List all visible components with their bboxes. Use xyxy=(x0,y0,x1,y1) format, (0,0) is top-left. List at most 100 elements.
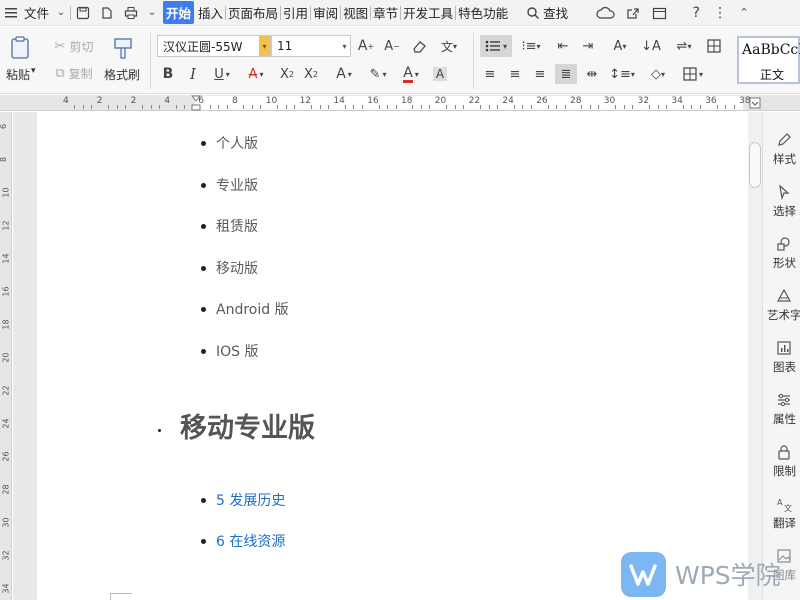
print-icon[interactable] xyxy=(119,0,143,26)
tab-insert[interactable]: 插入 xyxy=(196,0,225,26)
side-item-wordart[interactable]: 艺术字 xyxy=(763,288,800,334)
bullet-marker xyxy=(201,498,206,503)
bold-icon[interactable]: B xyxy=(158,64,178,84)
side-item-translate[interactable]: A文 翻译 xyxy=(763,496,800,542)
tab-start[interactable]: 开始 xyxy=(161,0,196,26)
shading-icon[interactable]: ◇ ▾ xyxy=(643,64,673,84)
section-heading[interactable]: 移动专业版 xyxy=(180,406,315,445)
chevron-down-icon[interactable]: ▾ xyxy=(339,36,350,56)
search-icon xyxy=(527,6,540,19)
indent-marker-icon[interactable] xyxy=(191,95,201,111)
tab-page-layout[interactable]: 页面布局 xyxy=(226,0,280,26)
ruler-tick xyxy=(530,105,532,109)
cut-button[interactable]: ✂ 剪切 xyxy=(50,37,98,55)
phonetic-guide-icon[interactable]: 文 ▾ xyxy=(436,36,462,56)
export-pdf-icon[interactable] xyxy=(95,0,119,26)
toc-link[interactable]: 5 发展历史 xyxy=(216,490,285,510)
cloud-sync-icon[interactable] xyxy=(591,0,621,26)
svg-text:文: 文 xyxy=(784,503,792,512)
font-color-icon[interactable]: A ▾ xyxy=(397,64,425,84)
vertical-scrollbar[interactable] xyxy=(748,112,762,600)
line-spacing-icon[interactable]: ↕≡ ▾ xyxy=(607,64,637,84)
document-canvas: 个人版 专业版 租赁版 移动版 Android 版 IOS 版 移动专业版 5 … xyxy=(13,112,761,600)
quick-access-more-icon[interactable]: ⌄ xyxy=(143,0,161,26)
calendar-icon[interactable] xyxy=(645,0,675,26)
share-icon[interactable] xyxy=(621,0,645,26)
side-item-properties[interactable]: 属性 xyxy=(763,392,800,438)
main-menu-button[interactable] xyxy=(0,0,22,26)
chevron-down-icon[interactable]: ▾ xyxy=(259,36,270,56)
chevron-down-icon[interactable]: ▾ xyxy=(31,66,36,76)
font-size-select[interactable]: 11 ▾ xyxy=(271,35,351,57)
page-corner-mark xyxy=(110,593,132,600)
increase-font-size-icon[interactable]: A + xyxy=(355,36,377,56)
tab-review[interactable]: 审阅 xyxy=(311,0,340,26)
table-grid-icon[interactable] xyxy=(703,35,725,57)
borders-icon[interactable]: ▾ xyxy=(677,64,709,84)
bullet-marker xyxy=(201,141,206,146)
list-item[interactable]: Android 版 xyxy=(216,299,289,319)
copy-button[interactable]: ⧉ 复制 xyxy=(50,64,98,82)
list-item[interactable]: IOS 版 xyxy=(216,341,259,361)
save-icon[interactable] xyxy=(71,0,95,26)
side-item-styles[interactable]: 样式 xyxy=(763,132,800,178)
tab-view[interactable]: 视图 xyxy=(341,0,370,26)
strikethrough-icon[interactable]: A ▾ xyxy=(241,64,271,84)
side-item-restrict[interactable]: 限制 xyxy=(763,444,800,490)
pen-icon xyxy=(778,133,791,146)
chevron-down-icon[interactable]: ⌄ xyxy=(52,0,70,26)
list-item[interactable]: 租赁版 xyxy=(216,216,258,236)
clear-format-icon[interactable] xyxy=(408,36,430,56)
tab-section[interactable]: 章节 xyxy=(371,0,400,26)
highlight-icon[interactable]: ✎ ▾ xyxy=(363,64,393,84)
bullet-list-button[interactable]: ▾ xyxy=(480,35,512,57)
decrease-indent-icon[interactable]: ⇤ xyxy=(552,35,574,57)
tab-references[interactable]: 引用 xyxy=(281,0,310,26)
more-options-icon[interactable]: ⋮ xyxy=(708,0,732,26)
side-item-select[interactable]: 选择 xyxy=(763,184,800,230)
toc-link[interactable]: 6 在线资源 xyxy=(216,531,285,551)
list-item[interactable]: 个人版 xyxy=(216,133,258,153)
ruler-number: 24 xyxy=(502,96,514,106)
show-marks-icon[interactable]: ⇌ ▾ xyxy=(670,35,698,57)
document-page[interactable]: 个人版 专业版 租赁版 移动版 Android 版 IOS 版 移动专业版 5 … xyxy=(37,112,749,600)
sort-icon[interactable]: ↓A xyxy=(640,35,662,57)
scrollbar-thumb[interactable] xyxy=(749,142,761,188)
superscript-icon[interactable]: X2 xyxy=(276,64,298,84)
help-icon[interactable]: ? xyxy=(684,0,708,26)
underline-icon[interactable]: U ▾ xyxy=(208,64,236,84)
numbered-list-icon[interactable]: ⁝≡ ▾ xyxy=(517,35,545,57)
side-item-chart[interactable]: 图表 xyxy=(763,340,800,386)
distribute-icon[interactable]: ⇹ xyxy=(582,64,602,84)
justify-icon[interactable]: ≣ xyxy=(555,64,577,84)
font-name-select[interactable]: 汉仪正圆-55W ▾ xyxy=(157,35,271,57)
text-direction-icon[interactable]: A ▾ xyxy=(605,35,635,57)
decrease-font-size-icon[interactable]: A − xyxy=(381,36,403,56)
align-center-icon[interactable]: ≡ xyxy=(505,64,525,84)
ruler-tick xyxy=(480,105,482,109)
paste-button[interactable] xyxy=(8,35,34,61)
style-normal[interactable]: AaBbCcD 正文 xyxy=(737,36,800,84)
align-left-icon[interactable]: ≡ xyxy=(480,64,500,84)
ruler-number: 28 xyxy=(570,96,582,106)
text-effect-icon[interactable]: A ▾ xyxy=(330,64,358,84)
list-item[interactable]: 专业版 xyxy=(216,175,258,195)
tab-special-features[interactable]: 特色功能 xyxy=(456,0,510,26)
format-painter-button[interactable] xyxy=(110,35,136,61)
subscript-icon[interactable]: X2 xyxy=(300,64,322,84)
align-right-icon[interactable]: ≡ xyxy=(530,64,550,84)
ruler-toggle-icon[interactable] xyxy=(749,97,761,109)
vertical-ruler[interactable]: 6 8 10 12 14 16 18 20 22 24 26 28 30 32 34 xyxy=(0,112,12,600)
collapse-ribbon-icon[interactable]: ⌃ xyxy=(732,0,756,26)
search-button[interactable]: 查找 xyxy=(524,0,570,26)
tab-developer[interactable]: 开发工具 xyxy=(401,0,455,26)
list-item[interactable]: 移动版 xyxy=(216,258,258,278)
vertical-ruler-number: 26 xyxy=(1,451,11,462)
horizontal-ruler[interactable]: 4 2 2 4 6 8 10 12 14 16 18 20 22 24 26 28 30 32 34 36 38 xyxy=(0,95,800,111)
ruler-tick xyxy=(488,105,490,109)
increase-indent-icon[interactable]: ⇥ xyxy=(577,35,599,57)
character-shading-icon[interactable]: A xyxy=(430,64,450,84)
file-menu[interactable]: 文件 xyxy=(22,0,52,26)
italic-icon[interactable]: I xyxy=(183,64,203,84)
side-item-shapes[interactable]: 形状 xyxy=(763,236,800,282)
